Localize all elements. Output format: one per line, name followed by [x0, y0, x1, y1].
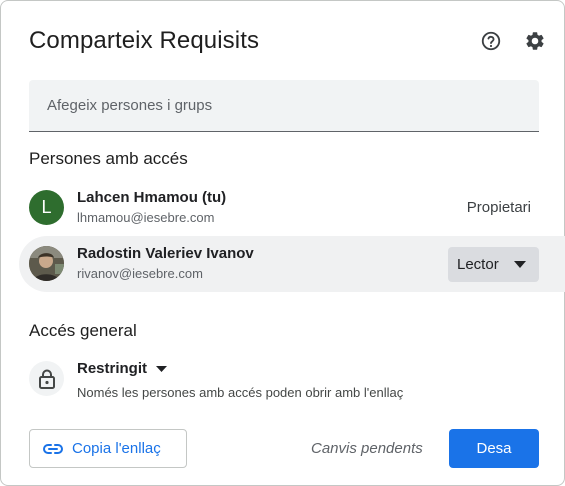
gear-icon — [526, 32, 544, 50]
add-people-input[interactable] — [29, 80, 539, 131]
copy-link-label: Copia l'enllaç — [72, 440, 161, 457]
role-dropdown-value: Lector — [457, 256, 499, 273]
dialog-title: Comparteix Requisits — [29, 27, 260, 54]
avatar-letter: L — [41, 197, 52, 217]
general-access-value: Restringit — [77, 360, 148, 377]
help-circle-icon — [481, 31, 501, 51]
pending-changes-label: Canvis pendents — [311, 440, 423, 457]
share-dialog: Comparteix Requisits Persones amb accés … — [0, 0, 565, 486]
owner-role-label: Propietari — [466, 199, 531, 216]
caret-down-icon — [514, 261, 526, 268]
general-access-heading: Accés general — [29, 321, 137, 340]
person-email: lhmamou@iesebre.com — [77, 210, 215, 225]
general-access-description: Només les persones amb accés poden obrir… — [77, 385, 404, 400]
role-dropdown[interactable]: Lector — [448, 247, 539, 282]
person-name: Lahcen Hmamou (tu) — [77, 189, 227, 206]
user-photo-icon — [29, 246, 64, 281]
link-icon — [43, 443, 63, 454]
avatar — [29, 246, 64, 281]
save-button[interactable]: Desa — [449, 429, 539, 468]
general-access-dropdown[interactable]: Restringit — [77, 360, 168, 377]
add-people-field[interactable] — [29, 80, 539, 132]
person-row-owner: L Lahcen Hmamou (tu) lhmamou@iesebre.com… — [19, 180, 565, 236]
person-email: rivanov@iesebre.com — [77, 266, 203, 281]
person-row-lector[interactable]: Radostin Valeriev Ivanov rivanov@iesebre… — [19, 236, 565, 292]
lock-icon — [38, 369, 55, 389]
avatar: L — [29, 190, 64, 225]
copy-link-button[interactable]: Copia l'enllaç — [29, 429, 187, 468]
help-button[interactable] — [479, 29, 503, 53]
people-with-access-heading: Persones amb accés — [29, 149, 188, 168]
person-name: Radostin Valeriev Ivanov — [77, 245, 254, 262]
settings-button[interactable] — [523, 29, 547, 53]
caret-down-icon — [156, 365, 168, 372]
lock-badge — [29, 361, 64, 396]
